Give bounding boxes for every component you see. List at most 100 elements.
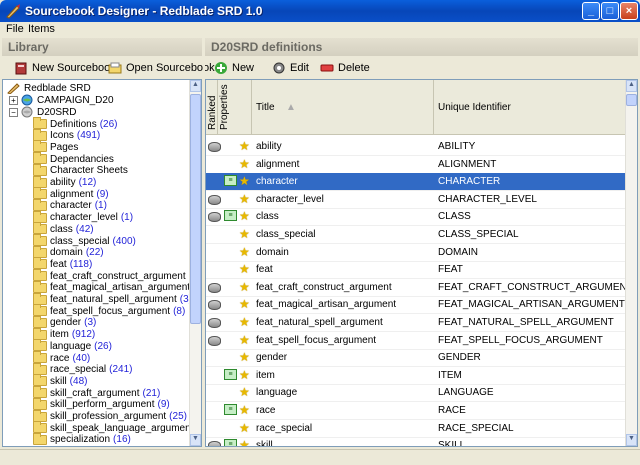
row-title: feat_spell_focus_argument (256, 334, 377, 346)
table-row[interactable]: ★ feat FEAT (206, 261, 626, 280)
tree-folder-item[interactable]: race_special (241) (33, 362, 133, 376)
column-header-title[interactable]: Title ▲ (252, 80, 434, 135)
tree-folder-item[interactable]: feat_spell_focus_argument (8) (33, 304, 185, 317)
tree-folder-item[interactable]: skill_craft_argument (21) (33, 386, 160, 399)
tree-item-campaign[interactable]: + CAMPAIGN_D20 (9, 94, 114, 106)
tree-folder-item[interactable]: item (912) (33, 327, 95, 341)
open-folder-icon (108, 62, 122, 74)
tree-scrollbar[interactable]: ▲ ▼ (189, 80, 201, 446)
tree-item-d20srd[interactable]: − D20SRD (9, 106, 76, 118)
scroll-down-icon[interactable]: ▼ (626, 434, 637, 446)
tree-folder-item[interactable]: skill_speak_language_argument(21) (33, 421, 201, 434)
table-row[interactable]: ≡ ★ character CHARACTER (206, 173, 626, 192)
column-header-ranked[interactable]: Ranked (206, 80, 218, 135)
tree-folder-item[interactable]: class_special (400) (33, 234, 136, 247)
scroll-up-icon[interactable]: ▲ (626, 80, 637, 92)
new-sourcebook-button[interactable]: New Sourcebook (14, 58, 116, 78)
tree-folder-item[interactable]: skill_perform_argument (9) (33, 397, 170, 411)
table-row[interactable]: ≡ ★ class CLASS (206, 208, 626, 227)
row-title: skill (256, 440, 273, 447)
table-row[interactable]: ★ ability ABILITY (206, 138, 626, 156)
ranked-disk-icon (208, 282, 221, 293)
folder-count: (26) (94, 340, 112, 352)
star-icon: ★ (239, 420, 250, 435)
new-label: New (232, 62, 255, 74)
menu-items[interactable]: Items (28, 23, 55, 35)
menu-file[interactable]: File (6, 23, 24, 35)
tree-folder-item[interactable]: language (26) (33, 339, 112, 352)
folder-label: character (50, 200, 92, 212)
tree-root[interactable]: Redblade SRD (7, 82, 91, 94)
collapse-icon[interactable]: − (9, 107, 18, 117)
open-sourcebook-button[interactable]: Open Sourcebook... (108, 58, 224, 78)
row-title: race (256, 405, 276, 416)
tree-folder-item[interactable]: skill_profession_argument (25) (33, 409, 187, 423)
tree-folder-item[interactable]: class (42) (33, 222, 94, 235)
column-label: Properties (219, 84, 230, 130)
ranked-disk-icon (208, 441, 221, 446)
tree-folder-item[interactable]: domain (22) (33, 245, 104, 259)
table-row[interactable]: ★ feat_craft_construct_argument FEAT_CRAFT… (206, 279, 633, 297)
tree-folder-item[interactable]: feat_natural_spell_argument (3) (33, 292, 192, 306)
folder-label: race_special (50, 364, 107, 376)
delete-button[interactable]: Delete (320, 58, 370, 78)
tree-folder-item[interactable]: gender (3) (33, 315, 96, 329)
folder-icon (33, 245, 47, 258)
table-row[interactable]: ≡ ★ item ITEM (206, 367, 626, 385)
table-row[interactable]: ★ alignment ALIGNMENT (206, 156, 626, 174)
table-row[interactable]: ★ gender GENDER (206, 349, 626, 368)
table-row[interactable]: ★ domain DOMAIN (206, 244, 626, 262)
folder-count: (1) (94, 200, 107, 212)
tree-folder-item[interactable]: ability (12) (33, 175, 96, 189)
folder-label: class (50, 223, 73, 235)
folder-label: feat (50, 258, 67, 270)
scroll-up-icon[interactable]: ▲ (190, 80, 201, 92)
table-row[interactable]: ★ feat_magical_artisan_argument FEAT_MAGIC… (206, 296, 626, 315)
tree-folder-item[interactable]: character (1) (33, 198, 107, 212)
tree-folder-item[interactable]: Dependancies (33, 152, 117, 165)
scroll-down-icon[interactable]: ▼ (190, 434, 201, 446)
expand-icon[interactable]: + (9, 95, 18, 105)
tree-item-label: CAMPAIGN_D20 (37, 94, 114, 106)
tree-folder-item[interactable]: feat (118) (33, 257, 92, 270)
row-title: item (256, 369, 275, 381)
maximize-button[interactable]: □ (601, 2, 619, 20)
folder-icon (33, 362, 47, 375)
library-tree[interactable]: Redblade SRD + CAMPAIGN_D20 − D20SRD Def… (2, 79, 202, 447)
scroll-thumb[interactable] (190, 94, 201, 324)
table-row[interactable]: ★ feat_natural_spell_argument FEAT_NATURAL… (206, 314, 626, 332)
folder-icon (33, 175, 47, 188)
star-icon: ★ (239, 385, 250, 400)
table-row[interactable]: ★ race_special RACE_SPECIAL (206, 420, 626, 438)
row-title: ability (256, 141, 282, 152)
folder-label: item (50, 329, 69, 341)
folder-label: class_special (50, 235, 110, 247)
tree-folder-item[interactable]: feat_craft_construct_argument(2) (33, 269, 201, 282)
edit-button[interactable]: Edit (272, 58, 309, 78)
definitions-grid[interactable]: Ranked Properties Title ▲ Unique Identif… (205, 79, 638, 447)
new-button[interactable]: New (214, 58, 254, 78)
table-row[interactable]: ★ character_level CHARACTER_LEVEL (206, 191, 626, 209)
table-row[interactable]: ≡ ★ race RACE (206, 402, 626, 420)
minimize-button[interactable]: _ (582, 2, 600, 20)
star-icon: ★ (239, 350, 250, 365)
tree-folder-item[interactable]: feat_magical_artisan_argument(17) (33, 280, 201, 294)
tree-folder-item[interactable]: race (40) (33, 351, 90, 364)
table-row[interactable]: ★ feat_spell_focus_argument FEAT_SPELL_FOC… (206, 332, 626, 350)
tree-folder-item[interactable]: character_level (1) (33, 210, 133, 224)
close-button[interactable]: × (620, 2, 638, 20)
table-row[interactable]: ≡ ★ skill SKILL (206, 437, 626, 447)
column-header-uid[interactable]: Unique Identifier (434, 80, 626, 135)
tree-folder-item[interactable]: specialization (16) (33, 432, 131, 446)
scroll-thumb[interactable] (626, 94, 637, 106)
tree-folder-item[interactable]: Definitions (26) (33, 117, 118, 130)
tree-folder-item[interactable]: alignment (9) (33, 187, 109, 200)
folder-count: (9) (96, 188, 109, 200)
tree-folder-item[interactable]: Character Sheets (33, 163, 131, 177)
table-row[interactable]: ★ language LANGUAGE (206, 384, 626, 403)
tree-folder-item[interactable]: Icons (491) (33, 128, 100, 142)
table-row[interactable]: ★ class_special CLASS_SPECIAL (206, 226, 626, 244)
grid-scrollbar[interactable]: ▲ ▼ (625, 80, 637, 446)
tree-folder-item[interactable]: skill (48) (33, 374, 87, 387)
column-header-properties[interactable]: Properties (218, 80, 252, 135)
